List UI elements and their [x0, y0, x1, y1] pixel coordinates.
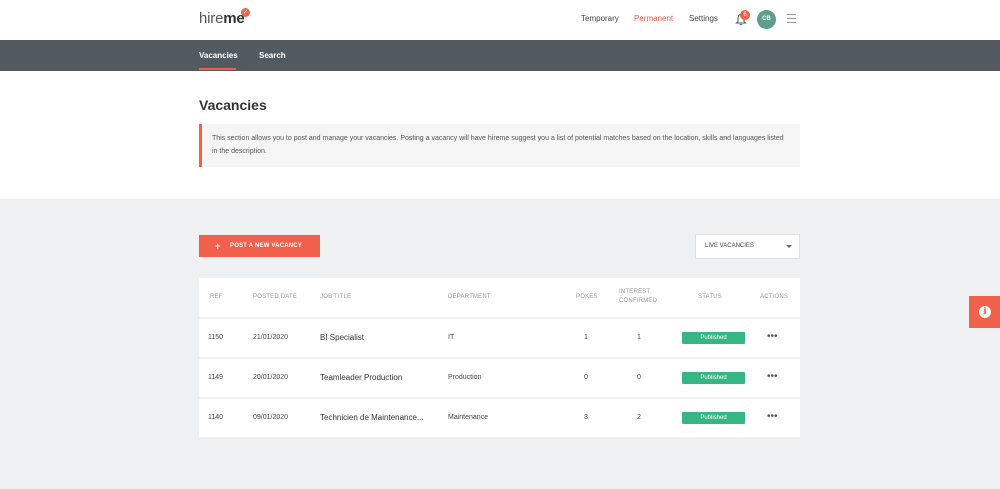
- header-interest[interactable]: INTEREST: [619, 289, 650, 295]
- table-row[interactable]: 1149 20/01/2020 Teamleader Production Pr…: [199, 359, 800, 397]
- logo-check-icon: ✓: [241, 8, 250, 17]
- header-posted-date[interactable]: POSTED DATE: [253, 294, 297, 300]
- status-badge: Published: [682, 372, 745, 384]
- header-confirmed[interactable]: CONFIRMED: [619, 298, 657, 304]
- chevron-down-icon: [786, 245, 792, 248]
- cell-posted-date: 20/01/2020: [253, 374, 289, 381]
- more-actions-icon[interactable]: •••: [767, 331, 778, 342]
- vacancy-filter-value: LIVE VACANCIES: [705, 243, 754, 249]
- cell-job-title[interactable]: Technicien de Maintenance...: [320, 413, 424, 422]
- cell-job-title[interactable]: Teamleader Production: [320, 373, 402, 382]
- info-box: This section allows you to post and mana…: [199, 124, 800, 167]
- more-actions-icon[interactable]: •••: [767, 411, 778, 422]
- cell-pokes: 1: [584, 334, 588, 341]
- table-row[interactable]: 1140 09/01/2020 Technicien de Maintenanc…: [199, 399, 800, 437]
- status-badge: Published: [682, 412, 745, 424]
- tab-search[interactable]: Search: [259, 51, 286, 60]
- post-vacancy-button[interactable]: + POST A NEW VACANCY: [199, 235, 320, 257]
- nav-temporary[interactable]: Temporary: [581, 14, 619, 23]
- cell-pokes: 0: [584, 374, 588, 381]
- cell-department: IT: [448, 334, 455, 341]
- sub-navigation: Vacancies Search: [0, 40, 1000, 71]
- cell-ref: 1150: [208, 334, 224, 341]
- cell-ref: 1149: [208, 374, 224, 381]
- header-actions: ACTIONS: [760, 294, 789, 300]
- table-header: REF POSTED DATE JOB TITLE DEPARTMENT POK…: [199, 278, 800, 317]
- cell-interest: 0: [637, 374, 641, 381]
- nav-settings[interactable]: Settings: [689, 14, 718, 23]
- page-title: Vacancies: [199, 97, 267, 113]
- cell-department: Maintenance: [448, 414, 489, 421]
- header-ref[interactable]: REF: [210, 294, 223, 300]
- header-pokes[interactable]: POKES: [576, 294, 598, 300]
- cell-pokes: 3: [584, 414, 588, 421]
- cell-job-title[interactable]: BI Specialist: [320, 333, 364, 342]
- cell-posted-date: 21/01/2020: [253, 334, 289, 341]
- cell-interest: 1: [637, 334, 641, 341]
- info-icon: i: [979, 306, 991, 318]
- hamburger-menu-icon[interactable]: [787, 14, 796, 23]
- status-badge: Published: [682, 332, 745, 344]
- active-tab-indicator: [199, 68, 236, 70]
- header-job-title[interactable]: JOB TITLE: [320, 294, 351, 300]
- vacancy-filter-select[interactable]: LIVE VACANCIES: [695, 234, 800, 259]
- cell-interest: 2: [637, 414, 641, 421]
- header-status[interactable]: STATUS: [698, 294, 722, 300]
- plus-icon: +: [215, 241, 221, 251]
- nav-permanent[interactable]: Permanent: [634, 14, 673, 23]
- tab-vacancies[interactable]: Vacancies: [199, 51, 238, 60]
- header-department[interactable]: DEPARTMENT: [448, 294, 491, 300]
- avatar[interactable]: CB: [757, 10, 776, 29]
- logo[interactable]: hireme: [199, 10, 245, 27]
- logo-hire: hire: [199, 10, 224, 27]
- more-actions-icon[interactable]: •••: [767, 371, 778, 382]
- help-info-tab[interactable]: i: [969, 296, 1000, 328]
- table-row[interactable]: 1150 21/01/2020 BI Specialist IT 1 1 Pub…: [199, 319, 800, 357]
- cell-department: Production: [448, 374, 482, 381]
- vacancies-table: REF POSTED DATE JOB TITLE DEPARTMENT POK…: [199, 278, 800, 437]
- post-vacancy-label: POST A NEW VACANCY: [230, 243, 303, 249]
- cell-ref: 1140: [208, 414, 224, 421]
- notification-badge: 6: [740, 10, 750, 20]
- cell-posted-date: 09/01/2020: [253, 414, 289, 421]
- top-header: hireme ✓ Temporary Permanent Settings 6 …: [0, 0, 1000, 40]
